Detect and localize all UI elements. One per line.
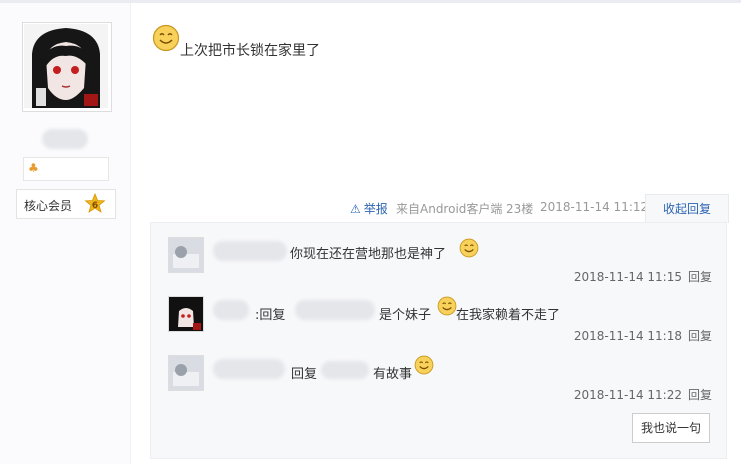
reply-link[interactable]: 回复 <box>688 329 712 343</box>
reply-username-redacted[interactable] <box>213 359 285 379</box>
member-label: 核心会员 <box>24 199 73 213</box>
smiley-icon <box>152 24 180 52</box>
level-bar: ♣ <box>23 157 109 181</box>
post-content: 上次把市长锁在家里了 <box>180 43 320 59</box>
reply-timestamp: 2018-11-14 11:15 回复 <box>573 270 712 284</box>
username-redacted[interactable] <box>42 129 88 149</box>
reply-timestamp: 2018-11-14 11:18 回复 <box>573 329 712 343</box>
reply-username-redacted[interactable] <box>213 241 287 261</box>
collapse-replies-button[interactable]: 收起回复 <box>645 194 729 223</box>
reply-avatar[interactable] <box>168 296 204 332</box>
author-avatar[interactable] <box>22 22 112 112</box>
paw-icon: ♣ <box>28 161 39 175</box>
post-time: 2018-11-14 11:12 <box>540 200 649 214</box>
reply-timestamp: 2018-11-14 11:22 回复 <box>573 388 712 402</box>
mentioned-user-redacted[interactable] <box>321 361 369 379</box>
smiley-icon <box>414 355 434 375</box>
reply-username-redacted[interactable] <box>213 300 249 320</box>
smiley-icon <box>459 238 479 258</box>
reply-avatar[interactable] <box>168 237 204 273</box>
reply-prefix: 回复 <box>291 367 318 382</box>
level-number: 6 <box>92 201 98 211</box>
reply-prefix: :回复 <box>255 308 286 323</box>
reply-link[interactable]: 回复 <box>688 270 712 284</box>
report-link[interactable]: ⚠ 举报 <box>350 200 388 217</box>
warning-icon: ⚠ <box>350 202 361 216</box>
reply-text: 有故事 <box>373 367 413 382</box>
member-badge[interactable]: 核心会员 6 <box>16 189 116 219</box>
reply-text: 在我家赖着不走了 <box>456 308 561 323</box>
reply-avatar[interactable] <box>168 355 204 391</box>
level-star-icon: 6 <box>84 193 106 213</box>
mentioned-user-redacted[interactable] <box>295 300 375 320</box>
reply-link[interactable]: 回复 <box>688 388 712 402</box>
post-floor: 23楼 <box>506 202 534 216</box>
say-something-button[interactable]: 我也说一句 <box>632 413 710 443</box>
post-source: 来自Android客户端 <box>396 202 503 216</box>
author-sidebar: ♣ 核心会员 6 <box>0 3 131 464</box>
reply-text: 是个妹子 <box>379 308 432 323</box>
smiley-icon <box>437 296 457 316</box>
reply-text: 你现在还在营地那也是神了 <box>290 247 447 262</box>
